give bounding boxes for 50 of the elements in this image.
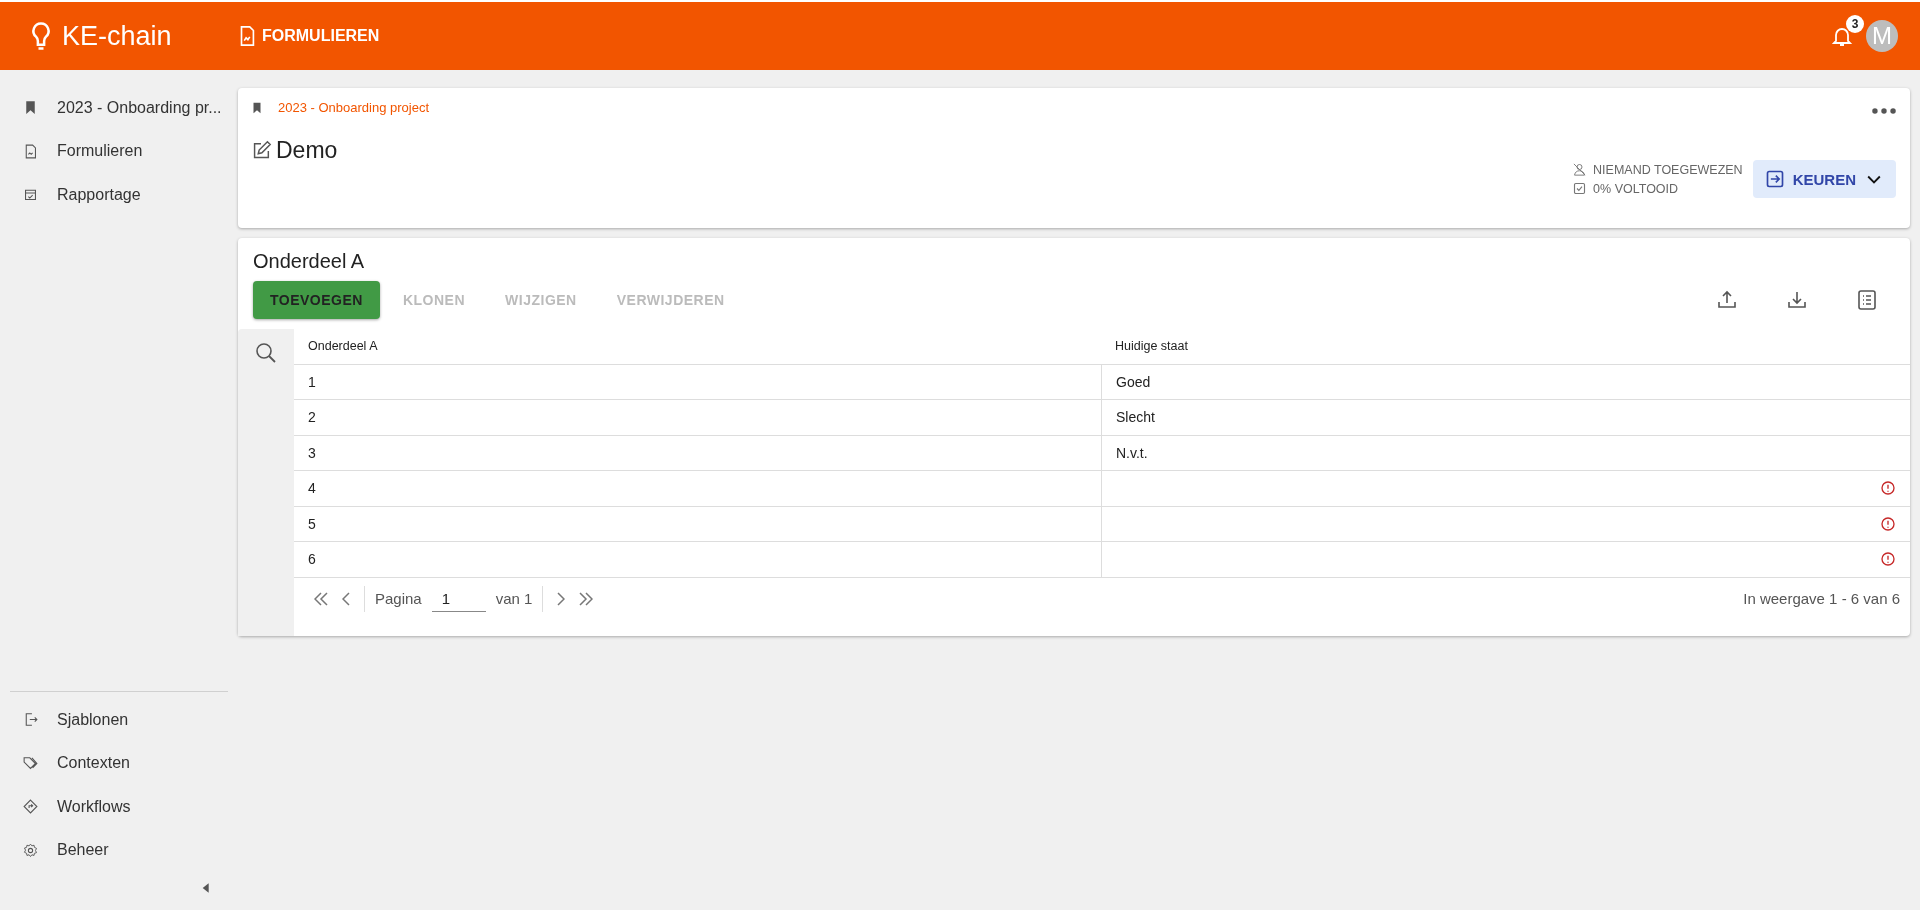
progress-label: 0% VOLTOOID <box>1593 181 1679 196</box>
sidebar-item[interactable]: Beheer <box>10 828 238 872</box>
gear-icon <box>22 841 39 859</box>
checkbox-icon <box>1572 181 1588 196</box>
table-cell: 6 <box>308 551 316 568</box>
table-cell: Slecht <box>1116 409 1155 426</box>
last-page-button[interactable] <box>579 591 594 606</box>
search-icon <box>254 341 278 365</box>
page-count: van 1 <box>495 590 533 607</box>
error-icon <box>1880 515 1896 532</box>
toolbar-button[interactable]: TOEVOEGEN <box>253 281 380 319</box>
column-header[interactable]: Onderdeel A <box>294 329 1101 364</box>
sidebar-item[interactable]: Sjablonen <box>10 698 238 742</box>
page-label: Pagina <box>375 590 422 607</box>
sidebar-item[interactable]: Workflows <box>10 785 238 829</box>
sidebar-item[interactable]: Contexten <box>10 741 238 785</box>
table-cell: 1 <box>308 373 316 390</box>
column-header[interactable]: Huidige staat <box>1101 329 1910 364</box>
next-page-icon <box>557 591 566 606</box>
previous-page-button[interactable] <box>342 591 350 606</box>
task-title: Demo <box>276 137 338 164</box>
table-cell: 2 <box>308 409 316 426</box>
pagination-summary: In weergave 1 - 6 van 6 <box>1743 590 1900 607</box>
checklist-button[interactable] <box>1855 288 1879 312</box>
notification-count: 3 <box>1846 15 1864 33</box>
approve-button[interactable]: KEUREN <box>1752 160 1896 198</box>
sidebar-item[interactable]: 2023 - Onboarding pr... <box>10 86 238 130</box>
checklist-icon <box>1855 288 1879 312</box>
tag-icon <box>22 754 39 772</box>
table-cell: 4 <box>308 480 316 497</box>
sidebar-item[interactable]: Formulieren <box>10 129 238 173</box>
table-cell: N.v.t. <box>1116 444 1148 461</box>
error-icon <box>1880 480 1896 497</box>
error-icon <box>1880 551 1896 568</box>
table-cell: 5 <box>308 515 316 532</box>
first-page-button[interactable] <box>314 591 328 606</box>
next-page-button[interactable] <box>557 591 566 606</box>
user-crossed-icon <box>1572 162 1588 177</box>
last-page-icon <box>579 591 594 606</box>
assignee-label: NIEMAND TOEGEWEZEN <box>1593 162 1743 177</box>
breadcrumb-link[interactable]: 2023 - Onboarding project <box>278 100 430 115</box>
previous-page-icon <box>342 591 350 606</box>
sidebar-item[interactable]: Rapportage <box>10 173 238 217</box>
ellipsis-icon <box>1872 107 1896 114</box>
arrow-box-icon <box>1764 169 1785 189</box>
first-page-icon <box>314 591 328 606</box>
grid-title: Onderdeel A <box>252 249 366 274</box>
table-cell: Goed <box>1116 373 1151 390</box>
workflow-icon <box>22 798 39 816</box>
table-cell: 3 <box>308 444 316 461</box>
